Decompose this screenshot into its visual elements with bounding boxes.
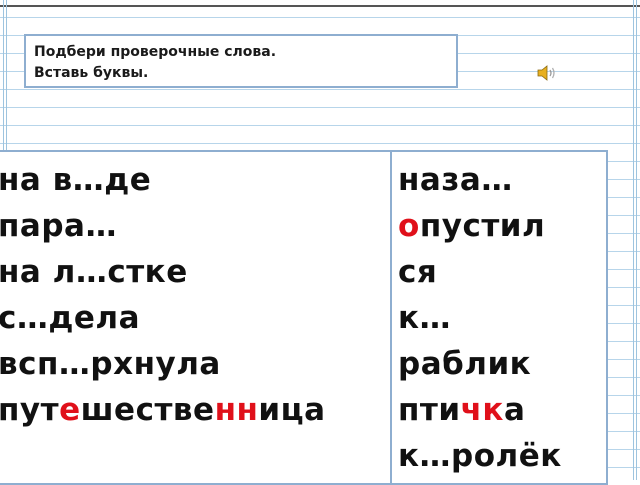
margin-line	[633, 0, 634, 480]
top-border	[0, 0, 640, 7]
instruction-line-1: Подбери проверочные слова.	[34, 44, 277, 60]
word-item: на л…стке	[0, 254, 188, 290]
word-item: ся	[398, 254, 438, 290]
instruction-line-2: Вставь буквы.	[34, 65, 149, 81]
word-item: птичка	[398, 392, 525, 428]
word-item: пара…	[0, 208, 117, 244]
word-item: наза…	[398, 162, 513, 198]
speaker-sound-icon[interactable]	[537, 64, 557, 82]
highlighted-letter: чк	[460, 392, 504, 428]
word-part: пти	[398, 392, 461, 428]
highlighted-letter: е	[59, 392, 81, 428]
word-item: раблик	[398, 346, 532, 382]
word-item: к…ролёк	[398, 438, 562, 474]
word-item: с…дела	[0, 300, 141, 336]
margin-line	[636, 0, 637, 480]
highlighted-letter: нн	[214, 392, 259, 428]
word-part: пут	[0, 392, 60, 428]
word-part: шестве	[80, 392, 215, 428]
word-item: всп…рхнула	[0, 346, 221, 382]
highlighted-letter: о	[398, 208, 420, 244]
left-words-panel: на в…де пара… на л…стке с…дела всп…рхнул…	[0, 150, 392, 485]
word-item: на в…де	[0, 162, 152, 198]
word-part: пустил	[419, 208, 546, 244]
word-item: к…	[398, 300, 452, 336]
word-item: опустил	[398, 208, 545, 244]
word-item: путешественница	[0, 392, 326, 428]
word-part: ица	[258, 392, 326, 428]
word-part: а	[503, 392, 526, 428]
instruction-box: Подбери проверочные слова. Вставь буквы.	[24, 34, 458, 88]
right-words-panel: наза… опустил ся к… раблик птичка к…ролё…	[390, 150, 608, 485]
